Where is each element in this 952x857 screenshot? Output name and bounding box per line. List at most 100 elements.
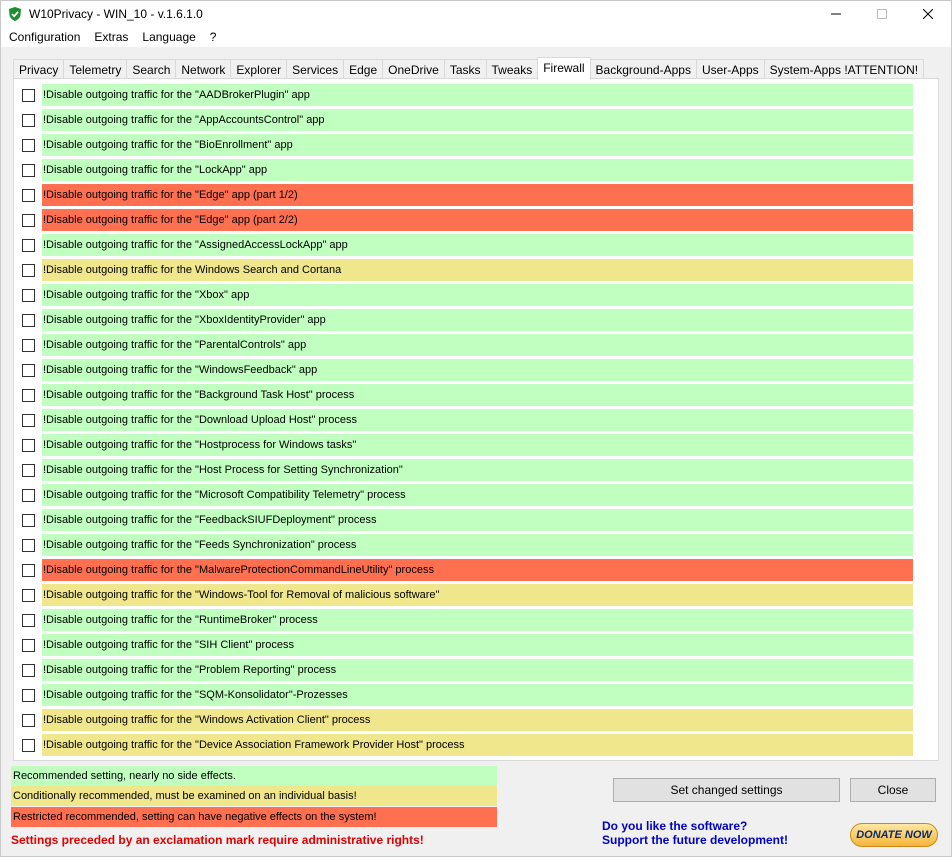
shield-check-icon — [9, 7, 21, 21]
rule-label[interactable]: !Disable outgoing traffic for the "BioEn… — [42, 134, 913, 156]
rule-checkbox[interactable] — [22, 413, 35, 427]
tab-background-apps[interactable]: Background-Apps — [589, 59, 697, 79]
admin-rights-note: Settings preceded by an exclamation mark… — [11, 833, 424, 847]
rule-checkbox[interactable] — [22, 313, 35, 327]
rule-label[interactable]: !Disable outgoing traffic for the "Malwa… — [42, 559, 913, 581]
rule-checkbox[interactable] — [22, 388, 35, 402]
tab-search[interactable]: Search — [126, 59, 177, 79]
rule-checkbox[interactable] — [22, 163, 35, 177]
rule-label[interactable]: !Disable outgoing traffic for the "Windo… — [42, 584, 913, 606]
rule-label[interactable]: !Disable outgoing traffic for the "SIH C… — [42, 634, 913, 656]
tab-onedrive[interactable]: OneDrive — [382, 59, 445, 79]
rule-row: !Disable outgoing traffic for the "SIH C… — [22, 634, 913, 656]
tab-tasks[interactable]: Tasks — [443, 59, 487, 79]
rule-checkbox[interactable] — [22, 263, 35, 277]
rule-row: !Disable outgoing traffic for the "Feedb… — [22, 509, 913, 531]
menu-help[interactable]: ? — [203, 27, 224, 47]
tab-explorer[interactable]: Explorer — [230, 59, 288, 79]
rule-label[interactable]: !Disable outgoing traffic for the Window… — [42, 259, 913, 281]
rule-checkbox[interactable] — [22, 88, 35, 102]
rule-label[interactable]: !Disable outgoing traffic for the "Probl… — [42, 659, 913, 681]
rule-checkbox[interactable] — [22, 213, 35, 227]
tab-system-apps-attention[interactable]: System-Apps !ATTENTION! — [763, 59, 925, 79]
rule-row: !Disable outgoing traffic for the "Probl… — [22, 659, 913, 681]
rule-label[interactable]: !Disable outgoing traffic for the "Devic… — [42, 734, 913, 756]
tab-edge[interactable]: Edge — [343, 59, 384, 79]
rule-checkbox[interactable] — [22, 688, 35, 702]
rule-checkbox[interactable] — [22, 513, 35, 527]
menu-configuration[interactable]: Configuration — [1, 27, 87, 47]
donate-now-button[interactable]: DONATE NOW — [850, 823, 938, 847]
set-changed-settings-button[interactable]: Set changed settings — [613, 778, 840, 802]
rule-checkbox[interactable] — [22, 538, 35, 552]
menu-extras[interactable]: Extras — [87, 27, 135, 47]
rule-row: !Disable outgoing traffic for the "Assig… — [22, 234, 913, 256]
rule-checkbox[interactable] — [22, 363, 35, 377]
rule-label[interactable]: !Disable outgoing traffic for the "Paren… — [42, 334, 913, 356]
rule-label[interactable]: !Disable outgoing traffic for the "Windo… — [42, 709, 913, 731]
rule-checkbox[interactable] — [22, 638, 35, 652]
tab-user-apps[interactable]: User-Apps — [695, 59, 765, 79]
rule-label[interactable]: !Disable outgoing traffic for the "Feedb… — [42, 509, 913, 531]
rule-checkbox[interactable] — [22, 138, 35, 152]
rule-label[interactable]: !Disable outgoing traffic for the "Backg… — [42, 384, 913, 406]
title-bar: W10Privacy - WIN_10 - v.1.6.1.0 — [1, 1, 951, 27]
rule-checkbox[interactable] — [22, 613, 35, 627]
rule-label[interactable]: !Disable outgoing traffic for the "SQM-K… — [42, 684, 913, 706]
rule-checkbox[interactable] — [22, 488, 35, 502]
rule-label[interactable]: !Disable outgoing traffic for the "Edge"… — [42, 209, 913, 231]
rule-label[interactable]: !Disable outgoing traffic for the "LockA… — [42, 159, 913, 181]
tab-firewall[interactable]: Firewall — [537, 57, 591, 80]
close-icon — [923, 9, 933, 19]
rule-row: !Disable outgoing traffic for the "Edge"… — [22, 184, 913, 206]
legend-restricted: Restricted recommended, setting can have… — [11, 807, 497, 827]
rule-label[interactable]: !Disable outgoing traffic for the "Micro… — [42, 484, 913, 506]
rule-label[interactable]: !Disable outgoing traffic for the "Edge"… — [42, 184, 913, 206]
rule-checkbox[interactable] — [22, 588, 35, 602]
rule-row: !Disable outgoing traffic for the "Micro… — [22, 484, 913, 506]
rule-checkbox[interactable] — [22, 438, 35, 452]
window-title: W10Privacy - WIN_10 - v.1.6.1.0 — [29, 7, 203, 21]
rule-row: !Disable outgoing traffic for the "Windo… — [22, 584, 913, 606]
close-window-button[interactable] — [905, 1, 951, 27]
tab-telemetry[interactable]: Telemetry — [63, 59, 128, 79]
rule-checkbox[interactable] — [22, 563, 35, 577]
rule-label[interactable]: !Disable outgoing traffic for the "XboxI… — [42, 309, 913, 331]
rule-checkbox[interactable] — [22, 338, 35, 352]
tab-strip: Privacy Telemetry Search Network Explorer Ser… — [13, 57, 925, 80]
rule-checkbox[interactable] — [22, 238, 35, 252]
rule-checkbox[interactable] — [22, 188, 35, 202]
rule-label[interactable]: !Disable outgoing traffic for the "Feeds… — [42, 534, 913, 556]
menu-language[interactable]: Language — [135, 27, 202, 47]
rule-label[interactable]: !Disable outgoing traffic for the "AppAc… — [42, 109, 913, 131]
rule-row: !Disable outgoing traffic for the "Host … — [22, 459, 913, 481]
maximize-button[interactable] — [859, 1, 905, 27]
tab-privacy[interactable]: Privacy — [13, 59, 65, 79]
rule-label[interactable]: !Disable outgoing traffic for the "AADBr… — [42, 84, 913, 106]
rule-checkbox[interactable] — [22, 288, 35, 302]
legend-recommended: Recommended setting, nearly no side effe… — [11, 766, 497, 786]
rule-checkbox[interactable] — [22, 738, 35, 752]
rule-label[interactable]: !Disable outgoing traffic for the "Xbox"… — [42, 284, 913, 306]
rule-row: !Disable outgoing traffic for the "AppAc… — [22, 109, 913, 131]
close-button[interactable]: Close — [850, 778, 936, 802]
rule-label[interactable]: !Disable outgoing traffic for the "Runti… — [42, 609, 913, 631]
minimize-button[interactable] — [813, 1, 859, 27]
rule-row: !Disable outgoing traffic for the "Paren… — [22, 334, 913, 356]
rule-row: !Disable outgoing traffic for the "Devic… — [22, 734, 913, 756]
rule-label[interactable]: !Disable outgoing traffic for the "Downl… — [42, 409, 913, 431]
tab-network[interactable]: Network — [175, 59, 232, 79]
rule-label[interactable]: !Disable outgoing traffic for the "Assig… — [42, 234, 913, 256]
rule-label[interactable]: !Disable outgoing traffic for the "Host … — [42, 459, 913, 481]
rule-checkbox[interactable] — [22, 113, 35, 127]
rule-label[interactable]: !Disable outgoing traffic for the "Windo… — [42, 359, 913, 381]
rule-checkbox[interactable] — [22, 663, 35, 677]
rule-checkbox[interactable] — [22, 463, 35, 477]
tab-tweaks[interactable]: Tweaks — [485, 59, 539, 79]
tab-services[interactable]: Services — [286, 59, 345, 79]
app-window: W10Privacy - WIN_10 - v.1.6.1.0 Configur… — [0, 0, 952, 857]
rule-checkbox[interactable] — [22, 713, 35, 727]
rule-label[interactable]: !Disable outgoing traffic for the "Hostp… — [42, 434, 913, 456]
rule-row: !Disable outgoing traffic for the "Hostp… — [22, 434, 913, 456]
rule-row: !Disable outgoing traffic for the "Malwa… — [22, 559, 913, 581]
